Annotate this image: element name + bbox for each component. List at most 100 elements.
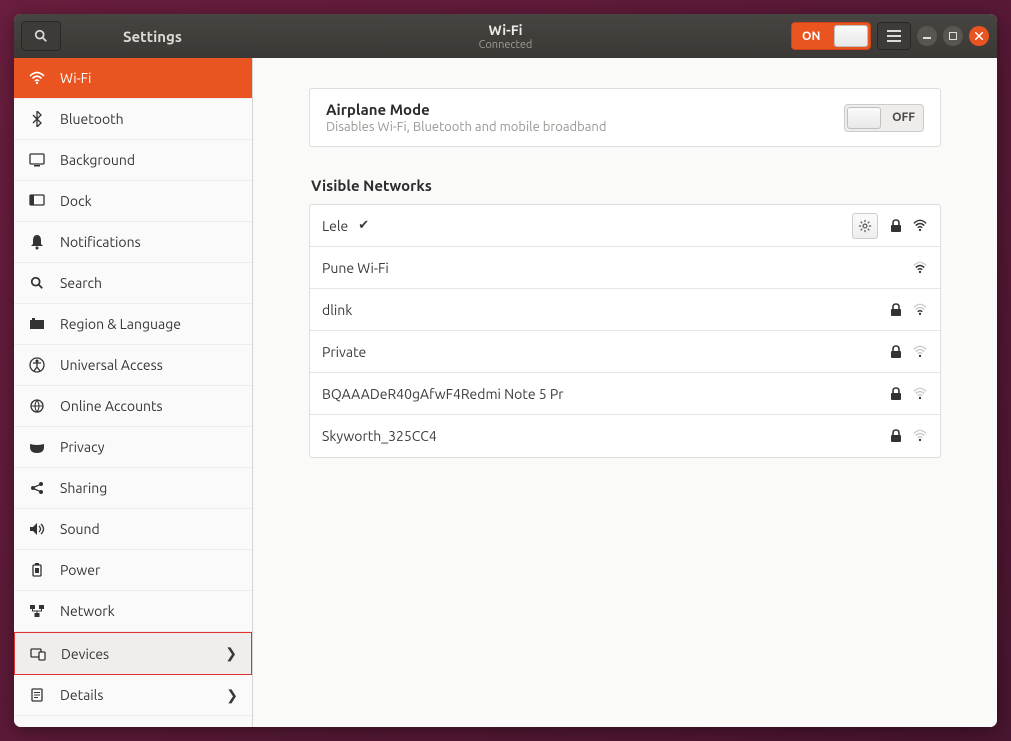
network-name: Private [322, 344, 366, 360]
online-accounts-icon [28, 398, 46, 414]
network-name: dlink [322, 302, 352, 318]
check-icon: ✔ [358, 218, 369, 233]
sidebar-item-notifications[interactable]: Notifications [14, 222, 252, 263]
sidebar-item-details[interactable]: Details ❯ [14, 675, 252, 716]
wifi-strength-icon [912, 219, 928, 233]
toggle-knob [847, 107, 881, 129]
sidebar-item-sharing[interactable]: Sharing [14, 468, 252, 509]
minimize-icon [923, 32, 931, 40]
content: Wi-Fi Bluetooth Background Dock Notifica… [14, 58, 997, 727]
lock-icon [890, 303, 902, 317]
details-icon [28, 688, 46, 702]
sidebar-item-background[interactable]: Background [14, 140, 252, 181]
settings-window: Settings Wi-Fi Connected ON [14, 14, 997, 727]
network-name: BQAAADeR40gAfwF4Redmi Note 5 Pr [322, 386, 564, 402]
sidebar-item-bluetooth[interactable]: Bluetooth [14, 99, 252, 140]
network-name: Lele [322, 218, 348, 234]
sidebar-item-label: Background [60, 152, 135, 168]
sidebar-item-network[interactable]: Network [14, 591, 252, 632]
dock-icon [28, 194, 46, 208]
main-panel: Airplane Mode Disables Wi-Fi, Bluetooth … [253, 58, 997, 727]
network-row[interactable]: Private [310, 331, 940, 373]
sidebar-item-universal-access[interactable]: Universal Access [14, 345, 252, 386]
airplane-subtitle: Disables Wi-Fi, Bluetooth and mobile bro… [326, 120, 606, 134]
sidebar-item-label: Network [60, 603, 115, 619]
sidebar-item-label: Universal Access [60, 357, 163, 373]
maximize-button[interactable] [943, 26, 963, 46]
wifi-strength-icon [912, 303, 928, 317]
sidebar-item-label: Bluetooth [60, 111, 124, 127]
sidebar: Wi-Fi Bluetooth Background Dock Notifica… [14, 58, 253, 727]
sidebar-item-label: Sharing [60, 480, 107, 496]
wifi-icon [28, 70, 46, 86]
sidebar-item-label: Details [60, 687, 103, 703]
sharing-icon [28, 480, 46, 496]
network-row[interactable]: Pune Wi-Fi [310, 247, 940, 289]
wifi-strength-icon [912, 261, 928, 275]
sidebar-item-dock[interactable]: Dock [14, 181, 252, 222]
airplane-title: Airplane Mode [326, 101, 606, 118]
visible-networks-title: Visible Networks [311, 177, 941, 194]
wifi-strength-icon [912, 345, 928, 359]
search-icon [34, 29, 48, 43]
search-icon [28, 276, 46, 290]
sidebar-item-label: Wi-Fi [60, 70, 91, 86]
sidebar-item-label: Online Accounts [60, 398, 163, 414]
wifi-toggle[interactable]: ON [791, 22, 871, 50]
chevron-right-icon: ❯ [225, 645, 237, 662]
page-subtitle: Connected [479, 39, 533, 51]
sound-icon [28, 522, 46, 536]
privacy-icon [28, 440, 46, 454]
sidebar-item-label: Search [60, 275, 102, 291]
power-icon [28, 562, 46, 578]
sidebar-item-label: Region & Language [60, 316, 181, 332]
sidebar-item-label: Dock [60, 193, 92, 209]
airplane-toggle[interactable]: OFF [844, 104, 924, 132]
wifi-strength-icon [912, 429, 928, 443]
chevron-right-icon: ❯ [226, 687, 238, 704]
region-icon [28, 317, 46, 331]
background-icon [28, 153, 46, 167]
lock-icon [890, 219, 902, 233]
minimize-button[interactable] [917, 26, 937, 46]
network-row[interactable]: dlink [310, 289, 940, 331]
airplane-mode-card: Airplane Mode Disables Wi-Fi, Bluetooth … [309, 88, 941, 147]
sidebar-item-online-accounts[interactable]: Online Accounts [14, 386, 252, 427]
devices-icon [29, 647, 47, 661]
search-button[interactable] [21, 21, 61, 51]
app-title: Settings [123, 28, 182, 45]
sidebar-item-wifi[interactable]: Wi-Fi [14, 58, 252, 99]
bluetooth-icon [28, 111, 46, 127]
sidebar-item-devices[interactable]: Devices ❯ [14, 632, 252, 675]
page-header: Wi-Fi Connected [479, 22, 533, 51]
network-list: Lele ✔ Pune Wi-Fi dlink Private [309, 204, 941, 458]
bell-icon [28, 234, 46, 250]
network-name: Skyworth_325CC4 [322, 428, 437, 444]
sidebar-item-label: Notifications [60, 234, 141, 250]
network-row[interactable]: Lele ✔ [310, 205, 940, 247]
sidebar-item-privacy[interactable]: Privacy [14, 427, 252, 468]
page-title: Wi-Fi [479, 22, 533, 38]
airplane-off-label: OFF [892, 111, 915, 124]
network-icon [28, 604, 46, 618]
sidebar-item-sound[interactable]: Sound [14, 509, 252, 550]
network-settings-button[interactable] [852, 213, 878, 239]
wifi-on-label: ON [802, 30, 820, 43]
close-icon [975, 32, 983, 40]
toggle-knob [834, 25, 868, 47]
lock-icon [890, 345, 902, 359]
sidebar-item-power[interactable]: Power [14, 550, 252, 591]
hamburger-icon [887, 30, 901, 42]
sidebar-item-region[interactable]: Region & Language [14, 304, 252, 345]
network-name: Pune Wi-Fi [322, 260, 389, 276]
sidebar-item-search[interactable]: Search [14, 263, 252, 304]
sidebar-item-label: Sound [60, 521, 100, 537]
menu-button[interactable] [877, 22, 911, 50]
lock-icon [890, 387, 902, 401]
sidebar-item-label: Devices [61, 646, 109, 662]
network-row[interactable]: BQAAADeR40gAfwF4Redmi Note 5 Pr [310, 373, 940, 415]
close-button[interactable] [969, 26, 989, 46]
sidebar-item-label: Power [60, 562, 100, 578]
network-row[interactable]: Skyworth_325CC4 [310, 415, 940, 457]
accessibility-icon [28, 357, 46, 373]
